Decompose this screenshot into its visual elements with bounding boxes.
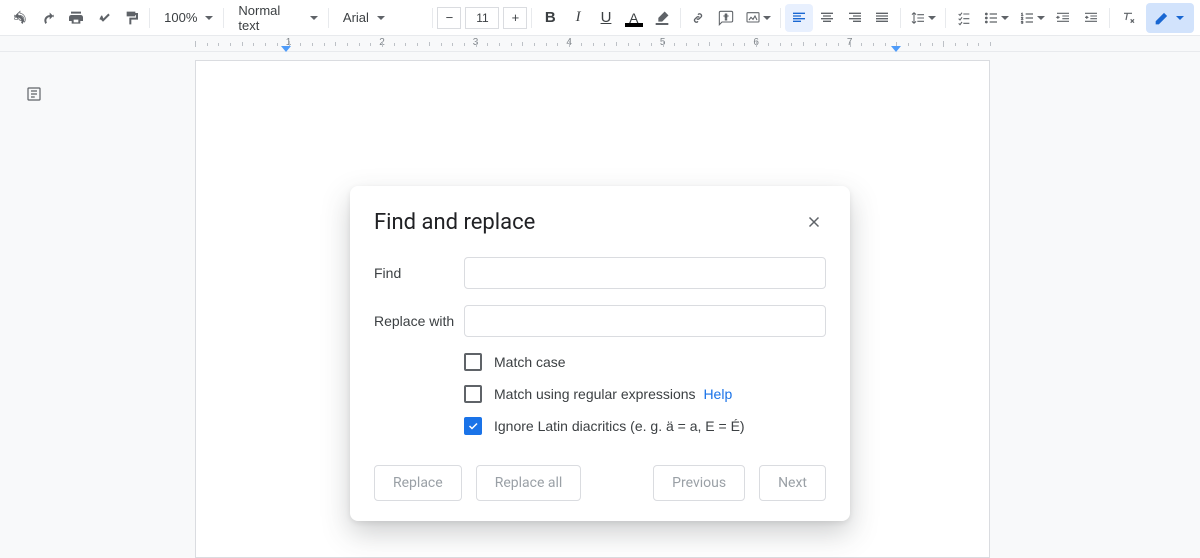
close-icon xyxy=(805,213,823,231)
caret-down-icon xyxy=(1037,16,1045,20)
horizontal-ruler[interactable]: 1234567 xyxy=(0,36,1200,52)
close-button[interactable] xyxy=(802,210,826,234)
font-size-increase-button[interactable]: + xyxy=(503,7,527,29)
main-toolbar: 100% Normal text Arial − 11 + B I U A xyxy=(0,0,1200,36)
font-family-select[interactable]: Arial xyxy=(333,5,429,31)
caret-down-icon xyxy=(763,16,771,20)
align-justify-button[interactable] xyxy=(868,4,896,32)
insert-image-button[interactable] xyxy=(740,4,776,32)
bulleted-list-button[interactable] xyxy=(978,4,1014,32)
regex-label: Match using regular expressions xyxy=(494,386,696,402)
highlight-color-button[interactable] xyxy=(648,4,676,32)
font-size-input[interactable]: 11 xyxy=(465,7,499,29)
checklist-button[interactable] xyxy=(950,4,978,32)
replace-with-label: Replace with xyxy=(374,313,464,329)
previous-button[interactable]: Previous xyxy=(653,465,745,501)
align-right-button[interactable] xyxy=(841,4,869,32)
next-button[interactable]: Next xyxy=(759,465,826,501)
regex-checkbox[interactable] xyxy=(464,385,482,403)
replace-all-button[interactable]: Replace all xyxy=(476,465,582,501)
document-canvas: Find and replace Find Replace with Match… xyxy=(0,52,1200,558)
italic-button[interactable]: I xyxy=(564,4,592,32)
show-outline-button[interactable] xyxy=(22,82,46,106)
print-button[interactable] xyxy=(62,4,90,32)
caret-down-icon xyxy=(310,16,318,20)
editing-mode-button[interactable] xyxy=(1146,3,1194,33)
find-label: Find xyxy=(374,265,464,281)
line-spacing-button[interactable] xyxy=(905,4,941,32)
spellcheck-button[interactable] xyxy=(89,4,117,32)
ignore-diacritics-checkbox[interactable] xyxy=(464,417,482,435)
align-center-button[interactable] xyxy=(813,4,841,32)
zoom-value: 100% xyxy=(164,10,197,25)
dialog-title: Find and replace xyxy=(374,210,535,235)
paragraph-style-value: Normal text xyxy=(238,3,302,33)
add-comment-button[interactable] xyxy=(712,4,740,32)
replace-input[interactable] xyxy=(464,305,826,337)
ignore-diacritics-label: Ignore Latin diacritics (e. g. ä = a, E … xyxy=(494,418,745,434)
paint-format-button[interactable] xyxy=(117,4,145,32)
font-family-value: Arial xyxy=(343,10,369,25)
zoom-select[interactable]: 100% xyxy=(154,5,219,31)
clear-formatting-button[interactable] xyxy=(1114,4,1142,32)
align-left-button[interactable] xyxy=(785,4,813,32)
caret-down-icon xyxy=(1001,16,1009,20)
caret-down-icon xyxy=(928,16,936,20)
bold-button[interactable]: B xyxy=(536,4,564,32)
find-input[interactable] xyxy=(464,257,826,289)
font-size-value: 11 xyxy=(476,11,488,25)
match-case-checkbox[interactable] xyxy=(464,353,482,371)
text-color-button[interactable]: A xyxy=(620,4,648,32)
font-size-decrease-button[interactable]: − xyxy=(437,7,461,29)
numbered-list-button[interactable]: 123 xyxy=(1014,4,1050,32)
replace-button[interactable]: Replace xyxy=(374,465,462,501)
caret-down-icon xyxy=(205,16,213,20)
find-replace-dialog: Find and replace Find Replace with Match… xyxy=(350,186,850,521)
regex-help-link[interactable]: Help xyxy=(703,386,732,402)
increase-indent-button[interactable] xyxy=(1077,4,1105,32)
font-size-group: − 11 + xyxy=(437,7,527,29)
caret-down-icon xyxy=(377,16,385,20)
caret-down-icon xyxy=(1176,16,1184,20)
insert-link-button[interactable] xyxy=(685,4,713,32)
undo-button[interactable] xyxy=(6,4,34,32)
decrease-indent-button[interactable] xyxy=(1049,4,1077,32)
match-case-label: Match case xyxy=(494,354,566,370)
svg-text:3: 3 xyxy=(1021,19,1024,24)
paragraph-style-select[interactable]: Normal text xyxy=(228,5,324,31)
redo-button[interactable] xyxy=(34,4,62,32)
underline-button[interactable]: U xyxy=(592,4,620,32)
